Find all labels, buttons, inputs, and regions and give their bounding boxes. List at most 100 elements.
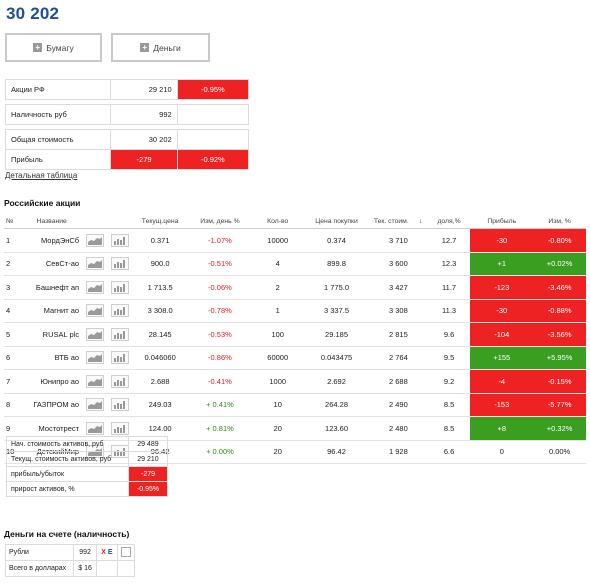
col-header: [83, 214, 108, 229]
buy-price: 123.60: [304, 416, 369, 441]
stock-name[interactable]: СевСт-ао: [20, 252, 84, 276]
col-header: №: [4, 214, 21, 229]
col-header[interactable]: Кол-во: [251, 214, 305, 229]
area-chart-icon[interactable]: [86, 280, 105, 294]
total-amount: 30 202: [6, 4, 60, 23]
totals-row: прибыль/убыток -279: [6, 466, 168, 482]
area-chart-icon[interactable]: [86, 398, 105, 412]
day-change: -1.07%: [188, 228, 252, 253]
summary-pct: -0.92%: [176, 149, 250, 170]
bar-chart-icon[interactable]: [110, 233, 129, 247]
quantity: 20: [251, 416, 305, 441]
chart-cell: [107, 252, 132, 276]
summary-label: Наличность руб: [4, 104, 112, 125]
area-chart-icon[interactable]: [86, 257, 105, 271]
bar-chart-icon[interactable]: [110, 421, 129, 435]
col-header[interactable]: Название: [20, 214, 84, 229]
totals-label: прибыль/убыток: [6, 466, 129, 482]
profit: -30: [470, 228, 534, 253]
bar-chart-icon[interactable]: [110, 257, 129, 271]
row-number: 2: [4, 252, 21, 276]
share-percent: 12.3: [427, 252, 471, 276]
cash-label: Рубли: [4, 544, 75, 561]
quantity: 1000: [251, 369, 305, 394]
current-value: 3 427: [368, 275, 428, 300]
row-number: 8: [4, 393, 21, 417]
col-header[interactable]: Изм, %: [533, 214, 586, 229]
change-percent: -3.46%: [533, 275, 586, 300]
col-header[interactable]: Тек. стоим.: [368, 214, 414, 229]
change-percent: +0.32%: [533, 416, 586, 441]
totals-label: прирост активов, %: [6, 481, 129, 497]
quantity: 10000: [251, 228, 305, 253]
quantity: 60000: [251, 346, 305, 370]
chart-cell: [83, 346, 108, 370]
bar-chart-icon[interactable]: [110, 304, 129, 318]
share-percent: 8.5: [427, 393, 471, 417]
bar-chart-icon[interactable]: [110, 374, 129, 388]
summary-pct: [176, 129, 250, 150]
stock-name[interactable]: Магнит ао: [20, 299, 84, 323]
add-security-button[interactable]: + Бумагу: [5, 33, 102, 62]
chart-cell: [107, 393, 132, 417]
profit: +1: [470, 252, 534, 276]
summary-row: Акции РФ 29 210 -0.95%: [4, 79, 250, 100]
stock-name[interactable]: Башнефт ап: [20, 275, 84, 300]
totals-label: Текущ. стоимость активов, руб: [6, 451, 129, 467]
stock-name[interactable]: Юнипро ао: [20, 369, 84, 394]
bar-chart-icon[interactable]: [110, 398, 129, 412]
current-price: 3 308.0: [131, 299, 189, 323]
col-header[interactable]: доля,%: [427, 214, 471, 229]
col-header[interactable]: Изм, день %: [188, 214, 252, 229]
change-percent: +5.95%: [533, 346, 586, 370]
share-percent: 8.5: [427, 416, 471, 441]
chart-cell: [107, 228, 132, 253]
col-header[interactable]: Цена покупки: [304, 214, 369, 229]
edit-icon[interactable]: [120, 546, 131, 557]
change-percent: -0.15%: [533, 369, 586, 394]
stock-name[interactable]: ГАЗПРОМ ао: [20, 393, 84, 417]
bar-chart-icon[interactable]: [110, 280, 129, 294]
summary-label: Акции РФ: [4, 79, 112, 100]
area-chart-icon[interactable]: [86, 304, 105, 318]
chart-cell: [83, 275, 108, 300]
current-value: 2 815: [368, 322, 428, 347]
add-money-label: Деньги: [153, 42, 181, 53]
col-header[interactable]: Текущ.цена: [131, 214, 189, 229]
day-change: -0.78%: [188, 299, 252, 323]
add-money-button[interactable]: + Деньги: [111, 33, 210, 62]
stock-name[interactable]: МордЭнСб: [20, 228, 84, 253]
area-chart-icon[interactable]: [86, 421, 105, 435]
totals-row: прирост активов, % -0.95%: [6, 481, 168, 497]
profit: -104: [470, 322, 534, 347]
delete-button[interactable]: X: [101, 549, 106, 556]
summary-row: Прибыль -279 -0.92%: [4, 149, 250, 170]
row-number: 7: [4, 369, 21, 394]
col-header[interactable]: Прибыль: [470, 214, 534, 229]
area-chart-icon[interactable]: [86, 351, 105, 365]
area-chart-icon[interactable]: [86, 327, 105, 341]
current-value: 3 308: [368, 299, 428, 323]
cash-actions: X E: [95, 544, 118, 561]
totals-row: Нач. стоимость активов, руб 29 489: [6, 436, 168, 452]
add-security-label: Бумагу: [46, 42, 74, 53]
bar-chart-icon[interactable]: [110, 351, 129, 365]
quantity: 10: [251, 393, 305, 417]
stock-name[interactable]: ВТБ ао: [20, 346, 84, 370]
cash-table: Рубли 992 X E Всего в долларах $ 16: [4, 544, 136, 577]
change-percent: -3.56%: [533, 322, 586, 347]
area-chart-icon[interactable]: [86, 374, 105, 388]
totals-label: Нач. стоимость активов, руб: [6, 436, 129, 452]
area-chart-icon[interactable]: [86, 233, 105, 247]
totals-table: Нач. стоимость активов, руб 29 489 Текущ…: [6, 436, 168, 497]
detail-table-link[interactable]: Детальная таблица: [5, 171, 77, 180]
sort-arrow-icon[interactable]: ↓: [413, 214, 428, 229]
edit-button[interactable]: E: [108, 549, 113, 556]
table-row: 4 Магнит ао 3 308.0 -0.78% 1 3 337.5 3 308 11.3…: [4, 299, 586, 323]
change-percent: -0.80%: [533, 228, 586, 253]
bar-chart-icon[interactable]: [110, 327, 129, 341]
summary-value: -279: [110, 149, 178, 170]
quantity: 20: [251, 440, 305, 464]
stock-name[interactable]: RUSAL plc: [20, 322, 84, 347]
chart-cell: [107, 322, 132, 347]
